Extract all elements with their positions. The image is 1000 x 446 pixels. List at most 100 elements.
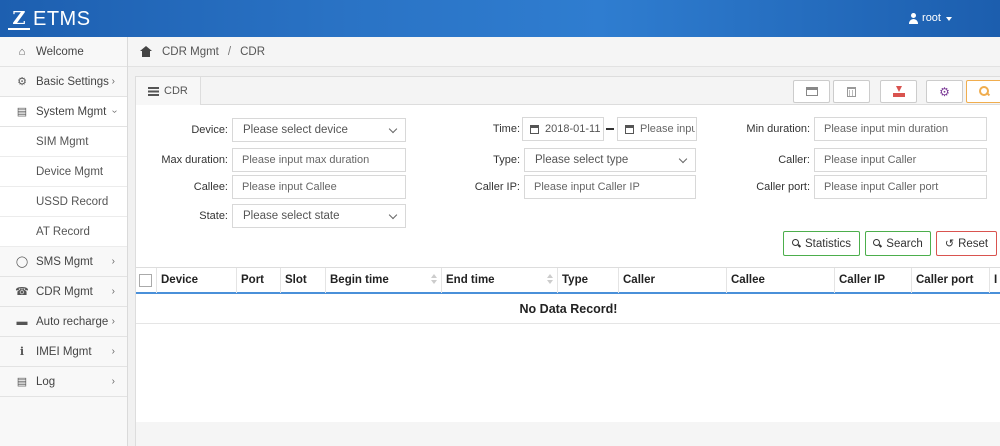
sort-icon bbox=[431, 274, 437, 286]
callee-input[interactable] bbox=[232, 175, 406, 199]
statistics-button[interactable]: Statistics bbox=[783, 231, 860, 256]
callee-label: Callee: bbox=[193, 181, 228, 193]
device-select[interactable]: Please select device bbox=[232, 118, 406, 142]
date-range-dash bbox=[606, 128, 614, 130]
caller-port-input[interactable] bbox=[814, 175, 987, 199]
column-header-caller-ip[interactable]: Caller IP bbox=[835, 268, 912, 293]
state-select[interactable]: Please select state bbox=[232, 204, 406, 228]
sidebar-item-label: Basic Settings bbox=[36, 75, 109, 88]
chevron-down-icon bbox=[678, 154, 688, 164]
caller-port-label: Caller port: bbox=[756, 181, 810, 193]
column-header-slot[interactable]: Slot bbox=[281, 268, 326, 293]
sidebar-subitem-at-record[interactable]: AT Record bbox=[0, 217, 127, 247]
min-duration-input[interactable] bbox=[814, 117, 987, 141]
user-menu[interactable]: root bbox=[908, 12, 952, 24]
sidebar-item-label: SMS Mgmt bbox=[36, 255, 93, 268]
reset-label: Reset bbox=[958, 237, 989, 250]
home-icon: ⌂ bbox=[18, 45, 26, 58]
statistics-label: Statistics bbox=[804, 237, 851, 250]
search-icon bbox=[978, 86, 990, 97]
app-logo[interactable]: Z ETMS bbox=[8, 6, 91, 32]
sidebar-item-system-mgmt[interactable]: ▤ System Mgmt › bbox=[0, 97, 127, 127]
user-name: root bbox=[922, 12, 941, 24]
breadcrumb: CDR Mgmt / CDR bbox=[128, 37, 1000, 67]
state-label: State: bbox=[199, 210, 228, 222]
search-toggle-button[interactable] bbox=[966, 80, 1000, 103]
sidebar-item-label: Log bbox=[36, 375, 56, 388]
tab-cdr[interactable]: CDR bbox=[136, 77, 201, 105]
type-label: Type: bbox=[493, 154, 520, 166]
select-all-checkbox[interactable] bbox=[139, 274, 152, 287]
column-header-callee[interactable]: Callee bbox=[727, 268, 835, 293]
column-header-device[interactable]: Device bbox=[157, 268, 237, 293]
breadcrumb-parent[interactable]: CDR Mgmt bbox=[162, 46, 219, 58]
max-duration-input[interactable] bbox=[232, 148, 406, 172]
sidebar-subitem-device-mgmt[interactable]: Device Mgmt bbox=[0, 157, 127, 187]
sidebar-item-cdr-mgmt[interactable]: ☎ CDR Mgmt › bbox=[0, 277, 127, 307]
caller-ip-input[interactable] bbox=[524, 175, 696, 199]
chevron-down-icon: › bbox=[108, 109, 120, 114]
reset-button[interactable]: ↺ Reset bbox=[936, 231, 997, 256]
table-header: Device Port Slot Begin time End time Typ… bbox=[136, 267, 1000, 294]
delete-button[interactable] bbox=[833, 80, 870, 103]
trash-icon bbox=[847, 86, 856, 97]
export-button[interactable] bbox=[880, 80, 917, 103]
calendar-icon bbox=[530, 125, 539, 134]
inbox-icon: ▤ bbox=[16, 376, 28, 388]
select-all-cell bbox=[136, 268, 157, 293]
column-header-port[interactable]: Port bbox=[237, 268, 281, 293]
time-end-input[interactable]: Please input bbox=[617, 117, 697, 141]
user-icon bbox=[908, 12, 919, 24]
column-header-caller[interactable]: Caller bbox=[619, 268, 727, 293]
time-start-input[interactable]: 2018-01-11 bbox=[522, 117, 604, 141]
settings-button[interactable]: ⚙ bbox=[926, 80, 963, 103]
column-header-type[interactable]: Type bbox=[558, 268, 619, 293]
chevron-down-icon bbox=[388, 124, 398, 134]
breadcrumb-current: CDR bbox=[240, 45, 265, 58]
sidebar-item-auto-recharge[interactable]: ▬ Auto recharge › bbox=[0, 307, 127, 337]
column-header-label: End time bbox=[446, 274, 495, 286]
sidebar-subitem-ussd-record[interactable]: USSD Record bbox=[0, 187, 127, 217]
sidebar-item-imei-mgmt[interactable]: i IMEI Mgmt › bbox=[0, 337, 127, 367]
sidebar-item-label: CDR Mgmt bbox=[36, 285, 93, 298]
download-icon bbox=[892, 86, 905, 97]
gear-icon: ⚙ bbox=[939, 84, 950, 99]
sidebar-subitem-sim-mgmt[interactable]: SIM Mgmt bbox=[0, 127, 127, 157]
sort-icon bbox=[547, 274, 553, 286]
home-icon[interactable] bbox=[140, 46, 152, 57]
sidebar-item-welcome[interactable]: ⌂ Welcome bbox=[0, 37, 127, 67]
min-duration-label: Min duration: bbox=[746, 123, 810, 135]
column-header-begin-time[interactable]: Begin time bbox=[326, 268, 442, 293]
search-button[interactable]: Search bbox=[865, 231, 931, 256]
inbox-icon: ▤ bbox=[16, 106, 28, 118]
calendar-icon bbox=[625, 125, 634, 134]
chevron-right-icon: › bbox=[111, 346, 115, 357]
sidebar-item-sms-mgmt[interactable]: ◯ SMS Mgmt › bbox=[0, 247, 127, 277]
device-select-value: Please select device bbox=[243, 124, 348, 136]
type-select[interactable]: Please select type bbox=[524, 148, 696, 172]
chevron-right-icon: › bbox=[111, 76, 115, 87]
phone-icon: ☎ bbox=[15, 286, 29, 298]
sidebar-item-label: Welcome bbox=[36, 45, 84, 58]
sidebar-item-basic-settings[interactable]: ⚙ Basic Settings › bbox=[0, 67, 127, 97]
breadcrumb-separator: / bbox=[227, 45, 232, 58]
chevron-right-icon: › bbox=[111, 316, 115, 327]
column-header-truncated[interactable]: I bbox=[990, 268, 1000, 293]
sidebar: ⌂ Welcome ⚙ Basic Settings › ▤ System Mg… bbox=[0, 37, 128, 446]
tab-label: CDR bbox=[164, 85, 188, 97]
caller-input[interactable] bbox=[814, 148, 987, 172]
card-icon bbox=[805, 87, 818, 96]
caller-ip-label: Caller IP: bbox=[474, 181, 520, 193]
column-header-end-time[interactable]: End time bbox=[442, 268, 558, 293]
caret-down-icon bbox=[946, 16, 952, 21]
time-label: Time: bbox=[492, 123, 520, 135]
chevron-right-icon: › bbox=[111, 376, 115, 387]
columns-button[interactable] bbox=[793, 80, 830, 103]
top-header: Z ETMS root bbox=[0, 0, 1000, 37]
chevron-down-icon bbox=[388, 210, 398, 220]
sidebar-item-log[interactable]: ▤ Log › bbox=[0, 367, 127, 397]
undo-icon: ↺ bbox=[944, 238, 955, 250]
column-header-caller-port[interactable]: Caller port bbox=[912, 268, 990, 293]
chevron-right-icon: › bbox=[111, 286, 115, 297]
column-header-label: Begin time bbox=[330, 274, 389, 286]
